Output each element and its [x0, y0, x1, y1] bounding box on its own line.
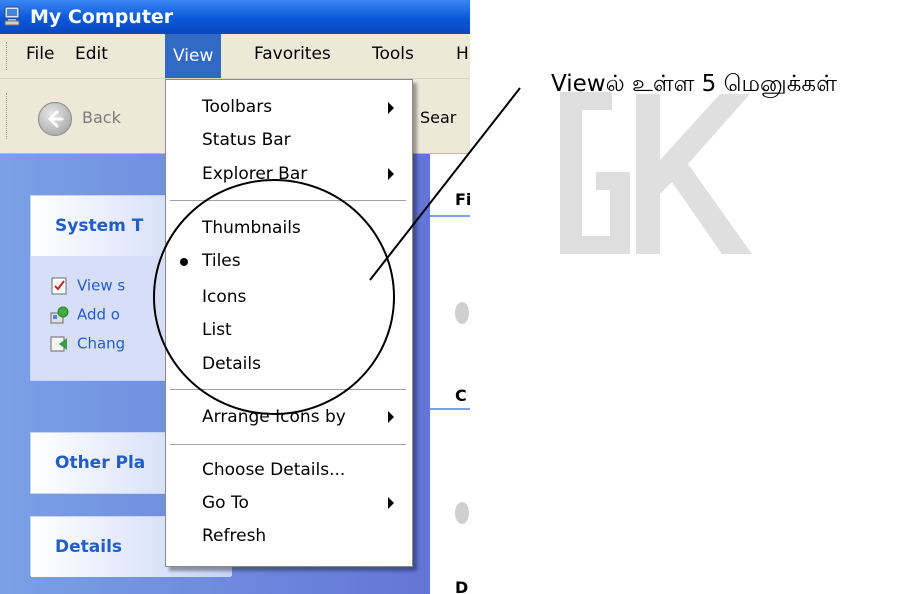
pointer-line	[369, 87, 521, 281]
highlight-circle	[153, 179, 395, 415]
gk-watermark	[560, 92, 752, 254]
annotation-label: Viewல் உள்ள 5 மெனுக்கள்	[551, 71, 837, 97]
